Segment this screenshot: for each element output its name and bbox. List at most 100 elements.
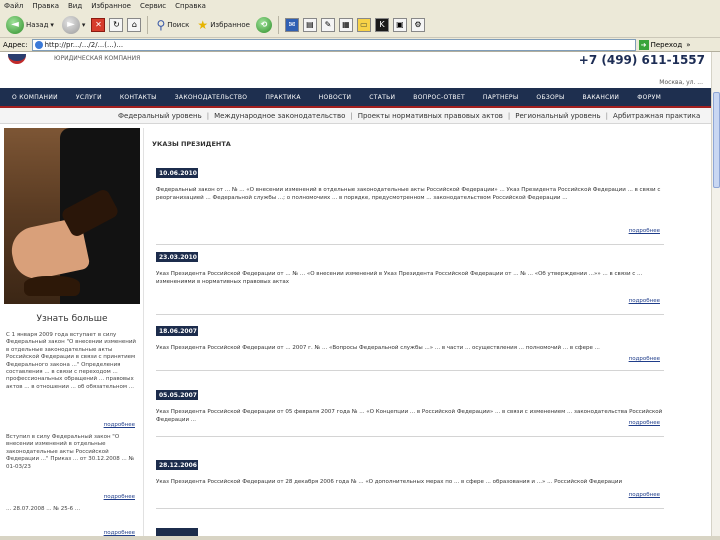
subnav-separator: | xyxy=(507,111,511,120)
nav-item[interactable]: УСЛУГИ xyxy=(76,94,102,101)
nav-item[interactable]: ФОРУМ xyxy=(637,94,661,101)
judge-gavel-image xyxy=(4,128,140,304)
page-icon xyxy=(34,40,43,49)
forward-button[interactable]: ► ▾ xyxy=(60,14,88,36)
scrollbar-thumb[interactable] xyxy=(713,92,720,188)
subnav-separator: | xyxy=(605,111,609,120)
subnav-item-arbitration[interactable]: Арбитражная практика xyxy=(613,112,700,120)
left-more-link[interactable]: подробнее xyxy=(104,422,135,428)
decree-text: Указ Президента Российской Федерации от … xyxy=(156,479,623,485)
left-column: Узнать больше С 1 января 2009 года вступ… xyxy=(0,128,144,536)
address-value: http://pr.../.../2/...(...)... xyxy=(44,40,124,49)
nav-item[interactable]: ПРАКТИКА xyxy=(265,94,300,101)
site-phone: +7 (499) 611-1557 xyxy=(578,53,705,67)
star-icon: ★ xyxy=(197,17,209,32)
messenger-icon[interactable]: K xyxy=(374,17,389,32)
entry-divider xyxy=(156,244,664,245)
site-address: Москва, ул. ... xyxy=(659,79,703,86)
subnav-separator: | xyxy=(206,111,210,120)
vertical-scrollbar[interactable] xyxy=(711,52,720,536)
menu-tools[interactable]: Сервис xyxy=(140,2,166,10)
research-icon[interactable]: ▣ xyxy=(392,17,407,32)
decree-text: Федеральный закон от ... № ... «О внесен… xyxy=(156,187,661,201)
toolbar-separator xyxy=(277,15,279,34)
nav-item[interactable]: ВОПРОС-ОТВЕТ xyxy=(413,94,465,101)
decree-entry: 23.03.2010 Указ Президента Российской Фе… xyxy=(156,252,664,332)
address-bar: Адрес: http://pr.../.../2/...(...)... ➜ … xyxy=(0,38,720,52)
menu-edit[interactable]: Правка xyxy=(32,2,59,10)
decree-date: 23.03.2010 xyxy=(156,252,198,262)
go-label: Переход xyxy=(650,40,683,49)
nav-item[interactable]: НОВОСТИ xyxy=(319,94,352,101)
search-button[interactable]: ⚲ Поиск xyxy=(154,14,191,36)
stop-icon[interactable]: ✕ xyxy=(91,17,106,32)
back-label: Назад xyxy=(26,20,49,29)
nav-item[interactable]: ОБЗОРЫ xyxy=(536,94,564,101)
decree-more-link[interactable]: подробнее xyxy=(629,228,660,234)
decree-entry: 28.12.2006 Указ Президента Российской Фе… xyxy=(156,460,664,530)
nav-item[interactable]: ПАРТНЕРЫ xyxy=(483,94,519,101)
menu-view[interactable]: Вид xyxy=(68,2,82,10)
edit-icon[interactable]: ✎ xyxy=(320,17,335,32)
decree-more-link[interactable]: подробнее xyxy=(629,420,660,426)
tool-icon[interactable]: ⚙ xyxy=(410,17,425,32)
entry-divider xyxy=(156,314,664,315)
discuss-icon[interactable]: ▦ xyxy=(338,17,353,32)
decree-text: Указ Президента Российской Федерации от … xyxy=(156,409,663,423)
links-label[interactable]: » xyxy=(686,41,690,49)
gavel-block-shape xyxy=(24,276,80,296)
nav-item[interactable]: ВАКАНСИИ xyxy=(583,94,620,101)
back-button[interactable]: ◄ Назад ▾ xyxy=(4,14,56,36)
back-arrow-icon: ◄ xyxy=(6,15,24,34)
nav-item[interactable]: О КОМПАНИИ xyxy=(12,94,58,101)
sub-navigation: Федеральный уровень | Международное зако… xyxy=(0,108,711,124)
subnav-item-international[interactable]: Международное законодательство xyxy=(214,112,345,120)
decree-more-link[interactable]: подробнее xyxy=(629,492,660,498)
status-bar xyxy=(0,536,720,540)
decree-date: 10.06.2010 xyxy=(156,168,198,178)
home-icon[interactable]: ⌂ xyxy=(127,17,142,32)
decree-more-link[interactable]: подробнее xyxy=(629,356,660,362)
chevron-down-icon: ▾ xyxy=(81,20,86,29)
folder-icon[interactable]: ▭ xyxy=(356,17,371,32)
print-icon[interactable]: ▤ xyxy=(302,17,317,32)
address-input[interactable]: http://pr.../.../2/...(...)... xyxy=(31,38,636,51)
decree-date: 28.12.2006 xyxy=(156,460,198,470)
nav-item[interactable]: КОНТАКТЫ xyxy=(120,94,157,101)
subnav-item-federal[interactable]: Федеральный уровень xyxy=(118,112,202,120)
mail-icon[interactable]: ✉ xyxy=(284,17,299,32)
entry-divider xyxy=(156,436,664,437)
menu-help[interactable]: Справка xyxy=(175,2,206,10)
main-content: УКАЗЫ ПРЕЗИДЕНТА 10.06.2010 Федеральный … xyxy=(152,128,664,536)
decree-entry: 05.05.2007 Указ Президента Российской Фе… xyxy=(156,390,664,460)
entry-divider xyxy=(156,370,664,371)
go-button[interactable]: ➜ Переход xyxy=(638,39,683,50)
search-icon: ⚲ xyxy=(156,17,166,32)
top-navigation: О КОМПАНИИ УСЛУГИ КОНТАКТЫ ЗАКОНОДАТЕЛЬС… xyxy=(0,88,711,108)
favorites-button[interactable]: ★ Избранное xyxy=(195,14,252,36)
refresh-icon[interactable]: ↻ xyxy=(109,17,124,32)
subnav-item-regional[interactable]: Региональный уровень xyxy=(515,112,600,120)
entry-divider xyxy=(156,508,664,509)
left-more-link[interactable]: подробнее xyxy=(104,494,135,500)
history-icon[interactable]: ⟲ xyxy=(255,16,272,33)
decree-text: Указ Президента Российской Федерации от … xyxy=(156,271,643,285)
menu-favorites[interactable]: Избранное xyxy=(91,2,131,10)
forward-arrow-icon: ► xyxy=(61,15,80,34)
nav-item[interactable]: СТАТЬИ xyxy=(369,94,395,101)
address-label: Адрес: xyxy=(3,40,28,49)
decree-more-link[interactable]: подробнее xyxy=(629,298,660,304)
site-logo[interactable] xyxy=(8,54,26,64)
nav-item[interactable]: ЗАКОНОДАТЕЛЬСТВО xyxy=(175,94,248,101)
toolbar-separator xyxy=(147,15,149,34)
decree-entry: 10.06.2010 Федеральный закон от ... № ..… xyxy=(156,168,664,248)
toolbar: ◄ Назад ▾ ► ▾ ✕ ↻ ⌂ ⚲ Поиск ★ Избранное … xyxy=(0,12,720,38)
menu-bar: Файл Правка Вид Избранное Сервис Справка xyxy=(0,0,720,12)
browser-window: Файл Правка Вид Избранное Сервис Справка… xyxy=(0,0,720,540)
menu-file[interactable]: Файл xyxy=(4,2,23,10)
site-header: ЮРИДИЧЕСКАЯ КОМПАНИЯ +7 (499) 611-1557 М… xyxy=(0,52,711,88)
subnav-item-drafts[interactable]: Проекты нормативных правовых актов xyxy=(358,112,503,120)
favorites-label: Избранное xyxy=(210,20,250,29)
site-name: ЮРИДИЧЕСКАЯ КОМПАНИЯ xyxy=(54,55,141,62)
decree-date xyxy=(156,528,198,536)
